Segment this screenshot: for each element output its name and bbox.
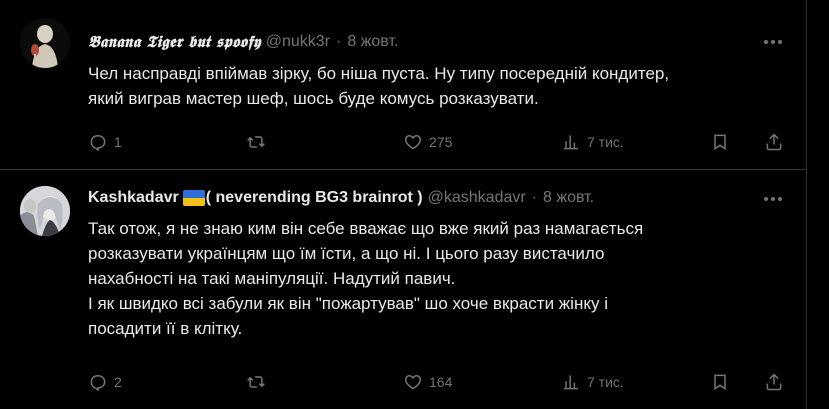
reply-button[interactable]: 2 (88, 370, 122, 394)
author-name-suffix[interactable]: ( neverending BG3 brainrot ) (206, 189, 423, 207)
more-icon[interactable] (764, 37, 784, 47)
tweet-date[interactable]: 8 жовт. (543, 189, 594, 207)
bookmark-button[interactable] (710, 130, 730, 154)
tweet-text-line: нахабності на такі маніпуляції. Надутий … (88, 269, 456, 288)
share-icon (766, 133, 782, 151)
author-name[interactable]: Kashkadavr (88, 189, 179, 207)
tweet-text-line: Чел насправді впіймав зірку, бо ніша пус… (88, 64, 670, 83)
like-icon (404, 374, 422, 390)
bookmark-icon (714, 374, 726, 391)
action-bar: 1 275 7 тис. (88, 130, 788, 154)
author-handle[interactable]: @kashkadavr (428, 189, 526, 207)
reply-count: 1 (114, 134, 122, 150)
share-button[interactable] (764, 130, 784, 154)
tweet-text: Чел насправді впіймав зірку, бо ніша пус… (88, 61, 788, 111)
tweet-header: 𝕭𝖆𝖓𝖆𝖓𝖆 𝕿𝖎𝖌𝖊𝖗 𝖇𝖚𝖙 𝖘𝖕𝖔𝖔𝖋𝖞 @nukk3r · 8 жовт… (88, 32, 398, 52)
like-button[interactable]: 164 (403, 370, 452, 394)
scrollbar-track (806, 0, 807, 409)
views-icon (563, 375, 579, 390)
ukraine-flag-icon (182, 190, 205, 206)
retweet-button[interactable] (246, 130, 272, 154)
bookmark-icon (714, 134, 726, 151)
share-button[interactable] (764, 370, 784, 394)
tweet-text-line: І як швидко всі забули як він "пожартува… (88, 294, 608, 313)
tweet-date[interactable]: 8 жовт. (347, 33, 398, 51)
tweet-header: Kashkadavr ( neverending BG3 brainrot ) … (88, 189, 594, 207)
avatar[interactable] (20, 18, 70, 68)
bookmark-button[interactable] (710, 370, 730, 394)
like-count: 275 (429, 134, 453, 150)
tweet[interactable]: Kashkadavr ( neverending BG3 brainrot ) … (0, 170, 806, 409)
separator: · (336, 33, 342, 50)
action-bar: 2 164 7 тис. (88, 370, 788, 394)
tweet-text-line: посадити її в клітку. (88, 319, 243, 338)
views-count: 7 тис. (587, 374, 624, 390)
avatar[interactable] (20, 186, 70, 236)
author-handle[interactable]: @nukk3r (266, 33, 330, 51)
tweet-text-line: Так отож, я не знаю ким він себе вважає … (88, 219, 644, 238)
views-button[interactable]: 7 тис. (561, 130, 624, 154)
tweet-text: Так отож, я не знаю ким він себе вважає … (88, 216, 788, 341)
more-icon[interactable] (764, 194, 784, 204)
retweet-icon (247, 136, 265, 148)
reply-icon (90, 135, 106, 152)
reply-button[interactable]: 1 (88, 130, 122, 154)
like-icon (404, 134, 422, 150)
reply-count: 2 (114, 374, 122, 390)
tweet-text-line: розказувати українцям що їм їсти, а що н… (88, 244, 605, 263)
views-icon (563, 135, 579, 150)
author-name[interactable]: 𝕭𝖆𝖓𝖆𝖓𝖆 𝕿𝖎𝖌𝖊𝖗 𝖇𝖚𝖙 𝖘𝖕𝖔𝖔𝖋𝖞 (88, 32, 261, 52)
reply-icon (90, 375, 106, 392)
retweet-button[interactable] (246, 370, 272, 394)
separator: · (531, 189, 538, 206)
views-count: 7 тис. (587, 134, 624, 150)
share-icon (766, 373, 782, 391)
tweet-text-line: який виграв мастер шеф, шось буде комусь… (88, 89, 539, 108)
like-count: 164 (429, 374, 453, 390)
views-button[interactable]: 7 тис. (561, 370, 624, 394)
tweet[interactable]: 𝕭𝖆𝖓𝖆𝖓𝖆 𝕿𝖎𝖌𝖊𝖗 𝖇𝖚𝖙 𝖘𝖕𝖔𝖔𝖋𝖞 @nukk3r · 8 жовт… (0, 0, 806, 170)
like-button[interactable]: 275 (403, 130, 452, 154)
retweet-icon (247, 376, 265, 388)
